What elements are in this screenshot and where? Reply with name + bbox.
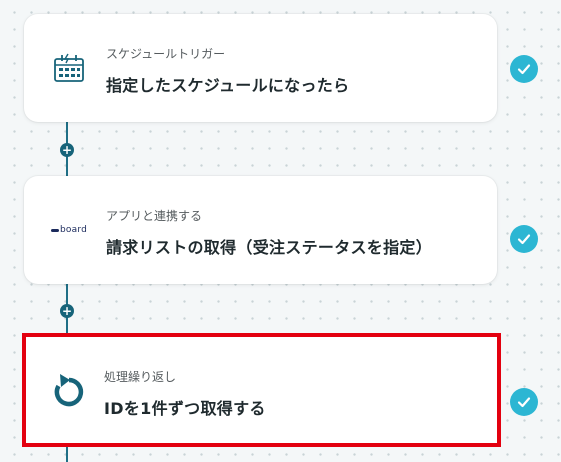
board-logo-text: board xyxy=(60,225,87,235)
step-title: 請求リストの取得（受注ステータスを指定） xyxy=(106,238,433,257)
flow-connector-line xyxy=(66,446,68,462)
step-subtitle: アプリと連携する xyxy=(106,209,203,223)
step-title: 指定したスケジュールになったら xyxy=(106,76,350,95)
board-logo: board xyxy=(48,210,90,250)
flow-step-card-schedule-trigger[interactable]: スケジュールトリガー 指定したスケジュールになったら xyxy=(24,14,497,122)
calendar-icon xyxy=(48,48,90,88)
add-step-button[interactable]: + xyxy=(60,143,74,157)
loop-icon xyxy=(48,370,90,410)
step-title: IDを1件ずつ取得する xyxy=(104,399,266,418)
flow-step-card-app-integration[interactable]: board アプリと連携する 請求リストの取得（受注ステータスを指定） xyxy=(24,176,497,284)
step-complete-check-icon xyxy=(510,225,538,253)
step-subtitle: 処理繰り返し xyxy=(104,370,177,384)
add-step-button[interactable]: + xyxy=(60,304,74,318)
step-complete-check-icon xyxy=(510,388,538,416)
step-complete-check-icon xyxy=(510,55,538,83)
step-subtitle: スケジュールトリガー xyxy=(106,47,226,61)
flow-step-card-loop[interactable]: 処理繰り返し IDを1件ずつ取得する xyxy=(22,333,501,447)
